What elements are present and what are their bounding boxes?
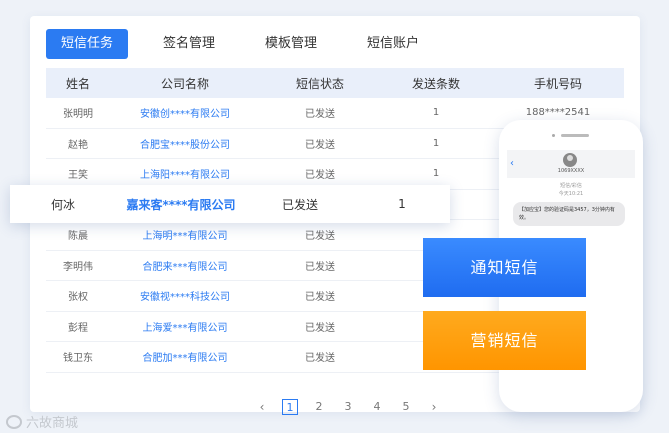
cell-name: 王笑 [68,170,88,182]
cell-name: 张明明 [63,109,93,121]
page-1-button[interactable]: 1 [282,399,298,415]
table-header: 姓名 公司名称 短信状态 发送条数 手机号码 [46,68,624,98]
cell-name: 钱卫东 [63,353,93,365]
cell-name: 张权 [68,292,88,304]
cell-status: 已发送 [305,292,335,304]
sms-message-bubble: 【加应宝】您的验证码是3457，3分钟内有效。 [513,202,625,226]
marketing-sms-button[interactable]: 营销短信 [423,311,586,370]
highlighted-table-row[interactable]: 何冰 嘉来客****有限公司 已发送 1 [10,185,450,223]
page-4-button[interactable]: 4 [369,399,385,415]
next-page-button[interactable]: › [427,400,441,414]
header-phone: 手机号码 [533,76,582,91]
sms-time: 今天10:21 [558,191,584,197]
watermark: 六故商城 [6,412,78,431]
cell-count: 1 [432,168,440,180]
camera-dot [552,134,555,137]
cell-company: 合肥加***有限公司 [142,353,228,365]
tab-sms-tasks[interactable]: 短信任务 [46,29,129,59]
sms-sender: 1069XXXX [557,168,585,174]
contact-avatar-icon [563,153,577,167]
tab-bar: 短信任务 签名管理 模板管理 短信账户 [46,29,454,59]
header-count: 发送条数 [411,76,460,91]
cell-phone: 188****2541 [525,107,591,119]
cell-company: 上海阳****有限公司 [140,170,230,182]
header-company: 公司名称 [160,76,209,91]
cell-status: 已发送 [305,353,335,365]
sms-header: ‹ 1069XXXX [507,150,635,178]
header-name: 姓名 [65,76,90,91]
cell-count: 1 [432,107,440,119]
phone-speaker [561,134,589,137]
cell-company: 安徽视****科技公司 [140,292,230,304]
cell-company: 合肥来***有限公司 [142,261,228,273]
cell-company: 嘉来客****有限公司 [126,197,236,212]
cell-status: 已发送 [305,322,335,334]
watermark-logo-icon [6,414,22,429]
cell-status: 已发送 [305,170,335,182]
cell-name: 陈晨 [68,231,88,243]
notification-sms-button[interactable]: 通知短信 [423,238,586,297]
cell-status: 已发送 [305,261,335,273]
cell-status: 已发送 [305,231,335,243]
page-5-button[interactable]: 5 [398,399,414,415]
cell-status: 已发送 [305,109,335,121]
cell-name: 何冰 [50,197,75,212]
header-status: 短信状态 [295,76,344,91]
cell-count: 1 [398,197,406,211]
cell-name: 李明伟 [63,261,93,273]
tab-template-management[interactable]: 模板管理 [250,29,332,59]
cell-status: 已发送 [281,197,318,212]
prev-page-button[interactable]: ‹ [255,400,269,414]
page-3-button[interactable]: 3 [340,399,356,415]
tab-sms-account[interactable]: 短信账户 [352,29,434,59]
cell-company: 上海爱***有限公司 [142,322,228,334]
cell-count: 1 [432,137,440,149]
cell-company: 上海明***有限公司 [142,231,228,243]
cell-name: 彭程 [68,322,88,334]
sms-type-label: 短信/彩信 [560,183,582,189]
tab-signature-management[interactable]: 签名管理 [148,29,230,59]
page-2-button[interactable]: 2 [311,399,327,415]
pagination: ‹ 1 2 3 4 5 › [255,399,454,415]
watermark-text: 六故商城 [26,416,79,431]
cell-name: 赵艳 [68,139,88,151]
cell-company: 安徽创****有限公司 [140,109,230,121]
cell-status: 已发送 [305,139,335,151]
cell-company: 合肥宝****股份公司 [140,139,230,151]
